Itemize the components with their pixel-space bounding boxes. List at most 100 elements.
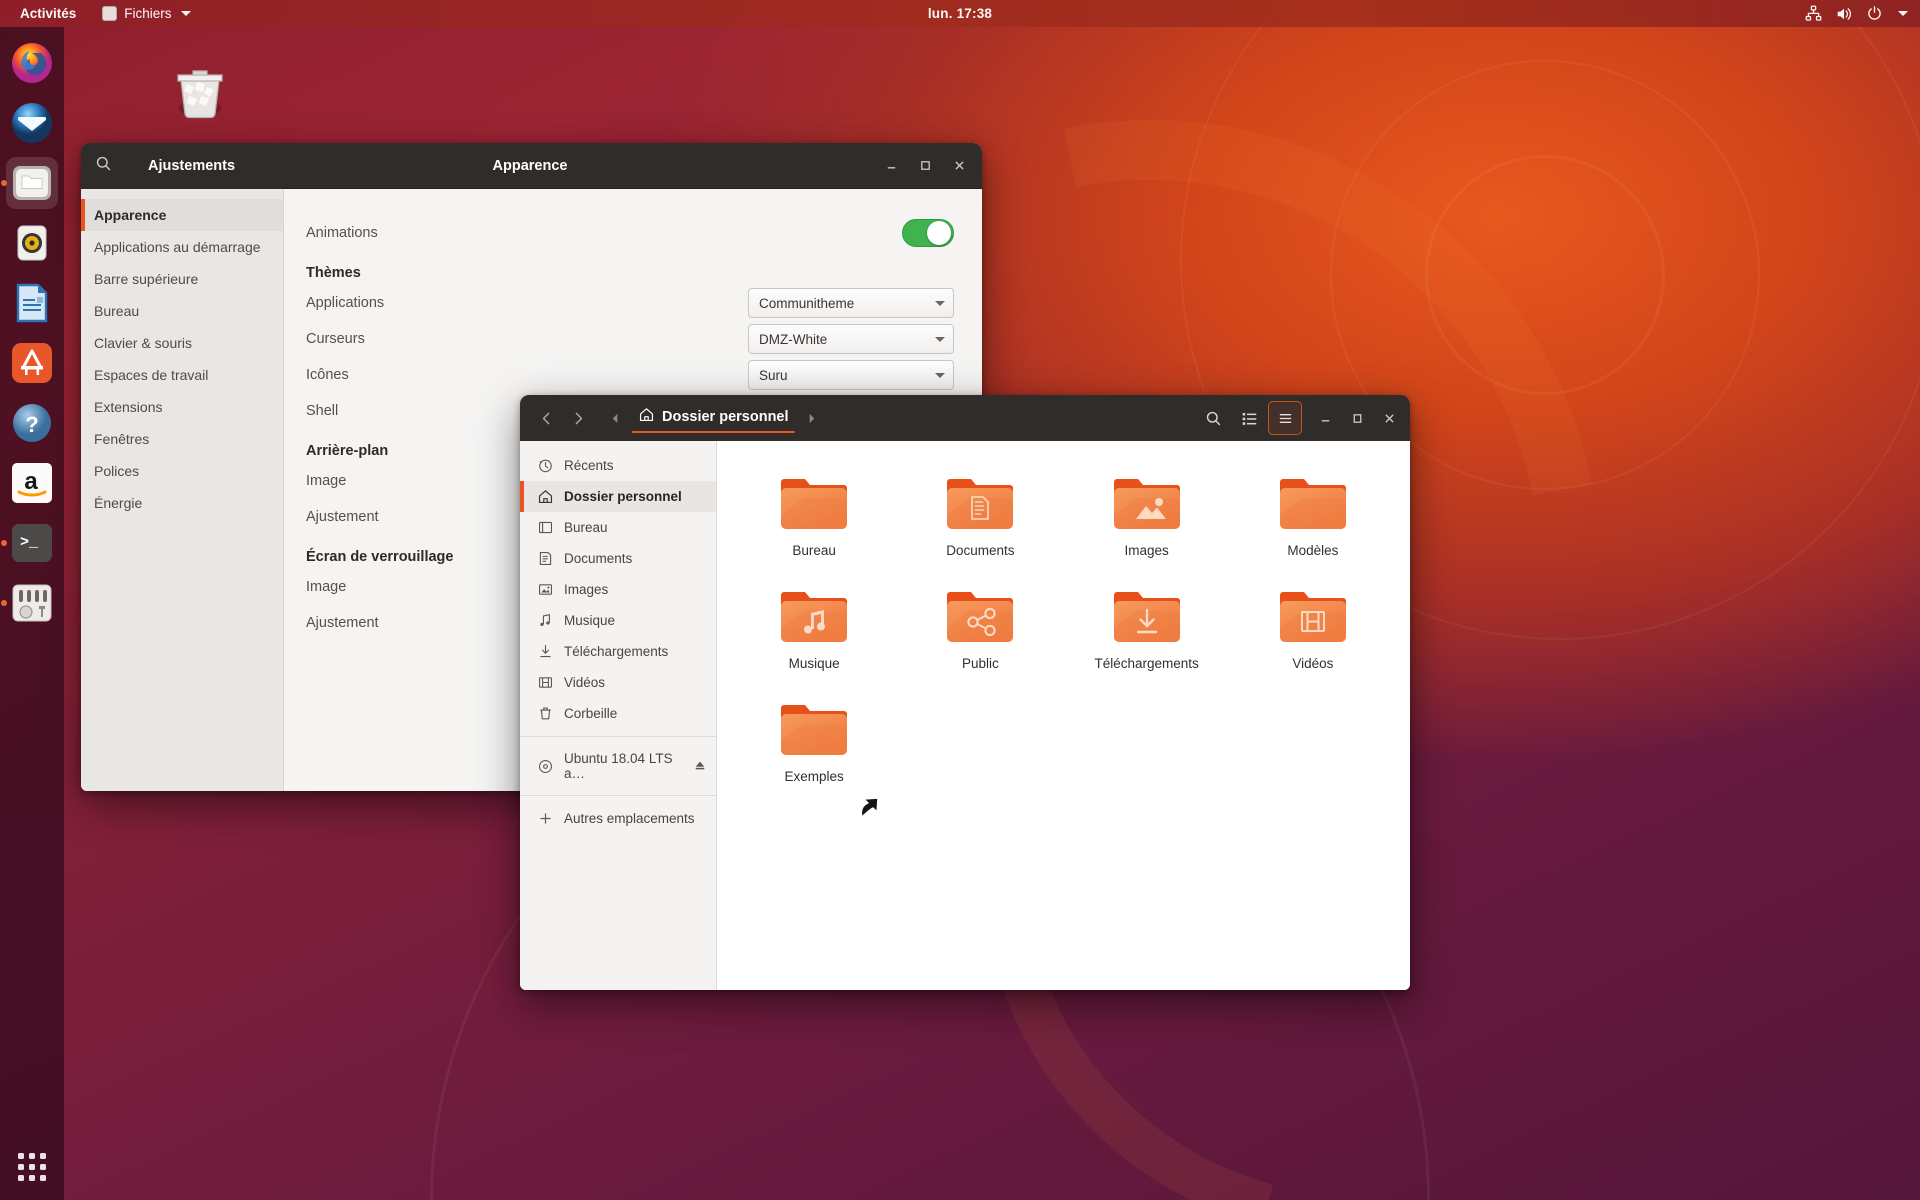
animations-label: Animations bbox=[306, 225, 378, 241]
icons-theme-value: Suru bbox=[759, 367, 788, 383]
list-view-icon[interactable] bbox=[1232, 401, 1266, 435]
menu-icon[interactable] bbox=[1268, 401, 1302, 435]
cursors-theme-value: DMZ-White bbox=[759, 331, 828, 347]
clock[interactable]: lun. 17:38 bbox=[0, 6, 1920, 21]
file-item-musique[interactable]: Musique bbox=[731, 576, 897, 679]
dock-item-rhythmbox[interactable] bbox=[6, 217, 58, 269]
tweaks-titlebar[interactable]: Ajustements Apparence bbox=[81, 143, 982, 189]
file-item-public[interactable]: Public bbox=[897, 576, 1063, 679]
system-menu-chevron-icon[interactable] bbox=[1898, 11, 1908, 16]
file-grid: Bureau Documents Images Modèles Musique … bbox=[731, 463, 1396, 792]
files-maximize-button[interactable] bbox=[1342, 403, 1372, 433]
tweaks-minimize-button[interactable] bbox=[876, 151, 906, 181]
desktop-icon-trash[interactable] bbox=[152, 58, 248, 135]
file-name: Vidéos bbox=[1292, 656, 1334, 671]
file-item-exemples[interactable]: Exemples bbox=[731, 689, 897, 792]
tweaks-sidebar-item-windows[interactable]: Fenêtres bbox=[81, 423, 283, 455]
animations-toggle[interactable] bbox=[902, 219, 954, 247]
dock: ? a >_ bbox=[0, 27, 64, 1200]
tweaks-close-button[interactable] bbox=[944, 151, 974, 181]
svg-text:a: a bbox=[24, 468, 38, 495]
tweaks-app-title: Ajustements bbox=[148, 157, 236, 174]
tweaks-sidebar-item-startup-apps[interactable]: Applications au démarrage bbox=[81, 231, 283, 263]
back-button[interactable] bbox=[530, 402, 562, 434]
cursors-theme-select[interactable]: DMZ-White bbox=[748, 324, 954, 354]
tweaks-sidebar-item-extensions[interactable]: Extensions bbox=[81, 391, 283, 423]
files-close-button[interactable] bbox=[1374, 403, 1404, 433]
svg-text:>_: >_ bbox=[20, 534, 39, 551]
sidebar-item-device[interactable]: Ubuntu 18.04 LTS a… bbox=[520, 744, 716, 788]
sidebar-item-documents[interactable]: Documents bbox=[520, 543, 716, 574]
tweaks-window-title: Apparence bbox=[492, 157, 568, 174]
tweaks-sidebar-item-apparence[interactable]: Apparence bbox=[81, 199, 283, 231]
volume-icon[interactable] bbox=[1835, 5, 1853, 23]
file-name: Modèles bbox=[1287, 543, 1339, 558]
file-item-documents[interactable]: Documents bbox=[897, 463, 1063, 566]
power-icon[interactable] bbox=[1866, 5, 1883, 22]
network-icon[interactable] bbox=[1805, 5, 1822, 22]
home-icon bbox=[638, 406, 655, 427]
dock-item-ubuntu-software[interactable] bbox=[6, 337, 58, 389]
desktop-icon bbox=[538, 521, 553, 534]
tweaks-sidebar-item-power[interactable]: Énergie bbox=[81, 487, 283, 519]
sidebar-item-downloads[interactable]: Téléchargements bbox=[520, 636, 716, 667]
label: Téléchargements bbox=[564, 644, 669, 659]
label: Bureau bbox=[564, 520, 608, 535]
sidebar-item-trash[interactable]: Corbeille bbox=[520, 698, 716, 729]
sidebar-item-music[interactable]: Musique bbox=[520, 605, 716, 636]
icons-theme-select[interactable]: Suru bbox=[748, 360, 954, 390]
plus-icon bbox=[540, 813, 551, 824]
files-content-area[interactable]: Bureau Documents Images Modèles Musique … bbox=[717, 441, 1410, 990]
forward-button[interactable] bbox=[562, 402, 594, 434]
label: Applications au démarrage bbox=[94, 239, 261, 255]
file-item-videos[interactable]: Vidéos bbox=[1230, 576, 1396, 679]
sidebar-item-recents[interactable]: Récents bbox=[520, 450, 716, 481]
applications-theme-label: Applications bbox=[306, 295, 385, 311]
download-icon bbox=[540, 644, 551, 658]
dock-item-files[interactable] bbox=[1, 157, 58, 209]
sidebar-item-desktop[interactable]: Bureau bbox=[520, 512, 716, 543]
disc-icon bbox=[538, 759, 553, 773]
files-titlebar[interactable]: Dossier personnel bbox=[520, 395, 1410, 441]
label: Énergie bbox=[94, 495, 143, 511]
dock-item-tweaks[interactable] bbox=[1, 577, 58, 629]
dock-item-terminal[interactable]: >_ bbox=[1, 517, 58, 569]
file-item-images[interactable]: Images bbox=[1064, 463, 1230, 566]
sidebar-item-other-locations[interactable]: Autres emplacements bbox=[520, 803, 716, 834]
dock-item-libreoffice-writer[interactable] bbox=[6, 277, 58, 329]
trash-icon bbox=[177, 70, 223, 119]
tweaks-sidebar-item-keyboard-mouse[interactable]: Clavier & souris bbox=[81, 327, 283, 359]
tweaks-maximize-button[interactable] bbox=[910, 151, 940, 181]
eject-icon[interactable] bbox=[694, 759, 706, 774]
tweaks-sidebar-item-workspaces[interactable]: Espaces de travail bbox=[81, 359, 283, 391]
folder-icon bbox=[1274, 471, 1352, 537]
search-icon[interactable] bbox=[95, 155, 112, 176]
dock-item-amazon[interactable]: a bbox=[6, 457, 58, 509]
sidebar-item-home[interactable]: Dossier personnel bbox=[520, 481, 716, 512]
breadcrumb-scroll-left[interactable] bbox=[602, 401, 628, 435]
tweaks-sidebar-item-fonts[interactable]: Polices bbox=[81, 455, 283, 487]
files-sidebar: Récents Dossier personnel Bureau Documen… bbox=[520, 441, 717, 990]
search-icon[interactable] bbox=[1196, 401, 1230, 435]
breadcrumb-scroll-right[interactable] bbox=[799, 401, 825, 435]
dock-item-firefox[interactable] bbox=[6, 37, 58, 89]
sidebar-item-videos[interactable]: Vidéos bbox=[520, 667, 716, 698]
tweaks-sidebar-item-top-bar[interactable]: Barre supérieure bbox=[81, 263, 283, 295]
breadcrumb-current[interactable]: Dossier personnel bbox=[628, 400, 799, 436]
sidebar-item-pictures[interactable]: Images bbox=[520, 574, 716, 605]
applications-theme-select[interactable]: Communitheme bbox=[748, 288, 954, 318]
show-applications-button[interactable] bbox=[11, 1146, 53, 1188]
files-minimize-button[interactable] bbox=[1310, 403, 1340, 433]
dock-item-help[interactable]: ? bbox=[6, 397, 58, 449]
dock-item-thunderbird[interactable] bbox=[6, 97, 58, 149]
file-item-modeles[interactable]: Modèles bbox=[1230, 463, 1396, 566]
file-item-telechargements[interactable]: Téléchargements bbox=[1064, 576, 1230, 679]
clock-icon bbox=[539, 459, 552, 473]
tweaks-sidebar-item-desktop[interactable]: Bureau bbox=[81, 295, 283, 327]
label: Musique bbox=[564, 613, 616, 628]
file-item-bureau[interactable]: Bureau bbox=[731, 463, 897, 566]
file-name: Exemples bbox=[784, 769, 844, 784]
file-name: Images bbox=[1124, 543, 1169, 558]
label: Documents bbox=[564, 551, 633, 566]
chevron-down-icon bbox=[935, 336, 945, 342]
